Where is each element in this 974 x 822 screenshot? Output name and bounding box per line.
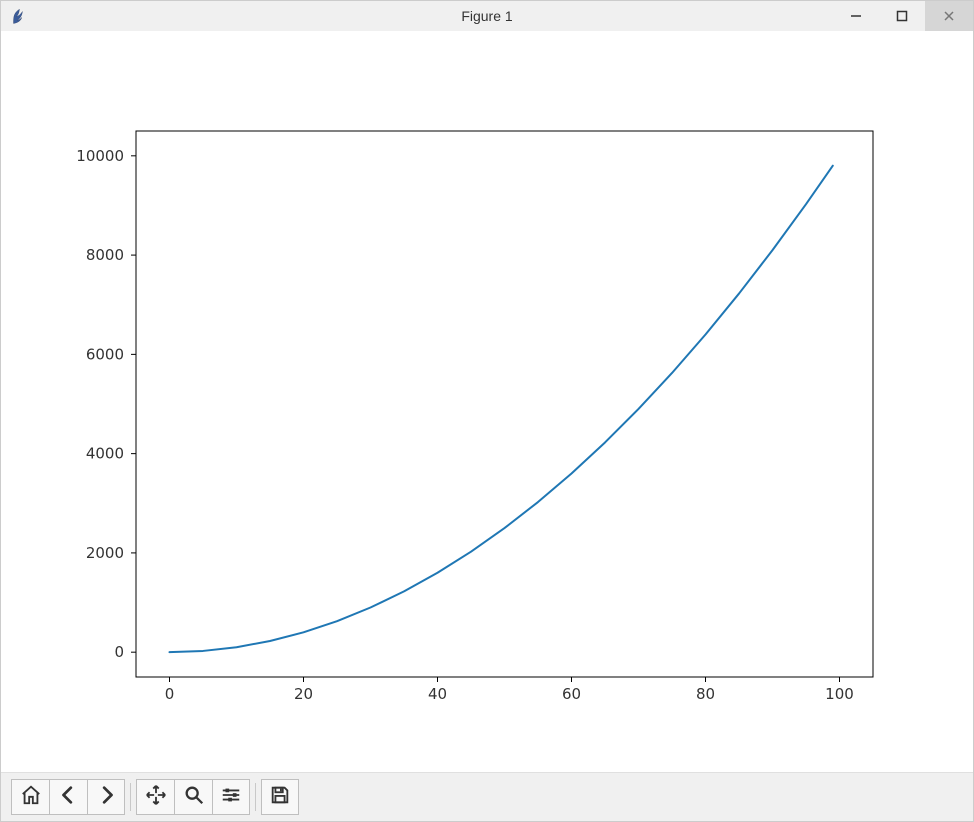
figure-canvas[interactable]: 0 20 40 60 80 100 0 2000 4000 6000 8000 10000 <box>1 31 973 772</box>
back-button[interactable] <box>49 779 87 815</box>
app-feather-icon <box>7 5 29 27</box>
x-tick-label: 100 <box>825 685 854 703</box>
x-tick-label: 0 <box>165 685 175 703</box>
maximize-button[interactable] <box>879 1 925 31</box>
sliders-icon <box>220 784 242 811</box>
zoom-icon <box>183 784 205 811</box>
pan-button[interactable] <box>136 779 174 815</box>
y-tick-label: 10000 <box>76 147 124 165</box>
minimize-button[interactable] <box>833 1 879 31</box>
move-icon <box>145 784 167 811</box>
zoom-button[interactable] <box>174 779 212 815</box>
toolbar-separator <box>130 783 131 811</box>
home-icon <box>20 784 42 811</box>
window-title: Figure 1 <box>461 8 512 24</box>
save-button[interactable] <box>261 779 299 815</box>
window-controls <box>833 1 973 31</box>
arrow-right-icon <box>95 784 117 811</box>
series-line <box>170 166 833 652</box>
y-tick-label: 8000 <box>86 246 124 264</box>
forward-button[interactable] <box>87 779 125 815</box>
x-tick-label: 80 <box>696 685 715 703</box>
matplotlib-toolbar <box>1 772 973 821</box>
close-button[interactable] <box>925 1 973 31</box>
x-tick-label: 20 <box>294 685 313 703</box>
coord-readout <box>955 790 963 804</box>
y-tick-label: 0 <box>114 643 124 661</box>
arrow-left-icon <box>58 784 80 811</box>
y-tick-label: 2000 <box>86 544 124 562</box>
titlebar: Figure 1 <box>1 1 973 31</box>
y-tick-label: 4000 <box>86 445 124 463</box>
y-tick-label: 6000 <box>86 345 124 363</box>
home-button[interactable] <box>11 779 49 815</box>
subplots-button[interactable] <box>212 779 250 815</box>
x-tick-label: 60 <box>562 685 581 703</box>
save-icon <box>269 784 291 811</box>
toolbar-separator <box>255 783 256 811</box>
x-tick-label: 40 <box>428 685 447 703</box>
